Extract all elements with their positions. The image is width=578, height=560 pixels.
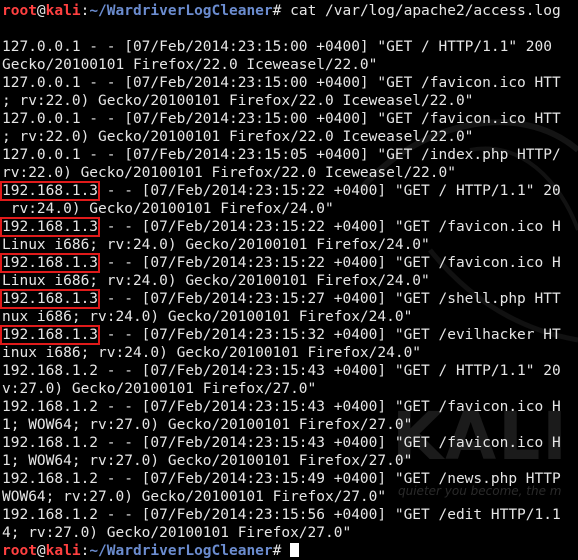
log-line: 192.168.1.2 - - [07/Feb/2014:23:15:43 +0… (2, 363, 561, 379)
log-line: 192.168.1.3 - - [07/Feb/2014:23:15:27 +0… (0, 289, 561, 309)
prompt-separator: : (80, 3, 90, 19)
log-line: 192.168.1.3 - - [07/Feb/2014:23:15:22 +0… (0, 253, 561, 273)
log-line: v:27.0) Gecko/20100101 Firefox/27.0" (2, 381, 317, 397)
log-line: 127.0.0.1 - - [07/Feb/2014:23:15:00 +040… (2, 111, 561, 127)
text-cursor[interactable] (290, 543, 300, 557)
log-line: rv:22.0) Gecko/20100101 Firefox/22.0 Ice… (2, 165, 456, 181)
log-line: 127.0.0.1 - - [07/Feb/2014:23:15:00 +040… (2, 75, 561, 91)
prompt-separator: : (80, 543, 90, 559)
log-line: 127.0.0.1 - - [07/Feb/2014:23:15:05 +040… (2, 147, 561, 163)
prompt-user: root (2, 3, 37, 19)
terminal-window[interactable]: KALI LI quieter you become, the m root@k… (0, 0, 578, 560)
log-line: ; rv:22.0) Gecko/20100101 Firefox/22.0 I… (2, 129, 474, 145)
log-line: Gecko/20100101 Firefox/22.0 Iceweasel/22… (2, 57, 378, 73)
log-line: 1; WOW64; rv:27.0) Gecko/20100101 Firefo… (2, 453, 413, 469)
highlighted-ip: 192.168.1.3 (0, 253, 101, 273)
command-text: cat /var/log/apache2/access.log (281, 3, 561, 19)
prompt-path: ~/WardriverLogCleaner (89, 3, 273, 19)
prompt-host: kali (45, 543, 81, 559)
prompt-at: @ (36, 543, 46, 559)
prompt-path: ~/WardriverLogCleaner (89, 543, 273, 559)
highlighted-ip: 192.168.1.3 (0, 325, 101, 345)
log-line: 192.168.1.3 - - [07/Feb/2014:23:15:32 +0… (0, 325, 561, 345)
log-line: 192.168.1.3 - - [07/Feb/2014:23:15:22 +0… (0, 217, 561, 237)
log-line: 192.168.1.2 - - [07/Feb/2014:23:15:43 +0… (2, 399, 561, 415)
log-line: inux i686; rv:24.0) Gecko/20100101 Firef… (2, 345, 422, 361)
log-line: 1; WOW64; rv:27.0) Gecko/20100101 Firefo… (2, 417, 413, 433)
prompt-user: root (2, 543, 37, 559)
log-line: 192.168.1.2 - - [07/Feb/2014:23:15:43 +0… (2, 435, 561, 451)
log-line: Linux i686; rv:24.0) Gecko/20100101 Fire… (2, 237, 430, 253)
log-line: 192.168.1.2 - - [07/Feb/2014:23:15:49 +0… (2, 471, 561, 487)
highlighted-ip: 192.168.1.3 (0, 289, 101, 309)
prompt-host: kali (45, 3, 81, 19)
command-line: root@kali:~/WardriverLogCleaner# cat /va… (2, 2, 561, 20)
active-prompt-line[interactable]: root@kali:~/WardriverLogCleaner# (2, 542, 300, 560)
log-line: 4; rv:27.0) Gecko/20100101 Firefox/27.0" (2, 525, 352, 541)
log-line: Linux i686; rv:24.0) Gecko/20100101 Fire… (2, 273, 430, 289)
log-line: nux i686; rv:24.0) Gecko/20100101 Firefo… (2, 309, 413, 325)
prompt-at: @ (36, 3, 46, 19)
highlighted-ip: 192.168.1.3 (0, 181, 101, 201)
log-line: ; rv:22.0) Gecko/20100101 Firefox/22.0 I… (2, 93, 474, 109)
log-line: 192.168.1.2 - - [07/Feb/2014:23:15:56 +0… (2, 507, 561, 523)
log-line: rv:24.0) Gecko/20100101 Firefox/24.0" (2, 201, 334, 217)
highlighted-ip: 192.168.1.3 (0, 217, 101, 237)
log-line: 192.168.1.3 - - [07/Feb/2014:23:15:22 +0… (0, 181, 561, 201)
log-line: WOW64; rv:27.0) Gecko/20100101 Firefox/2… (2, 489, 387, 505)
log-line: 127.0.0.1 - - [07/Feb/2014:23:15:00 +040… (2, 39, 552, 55)
